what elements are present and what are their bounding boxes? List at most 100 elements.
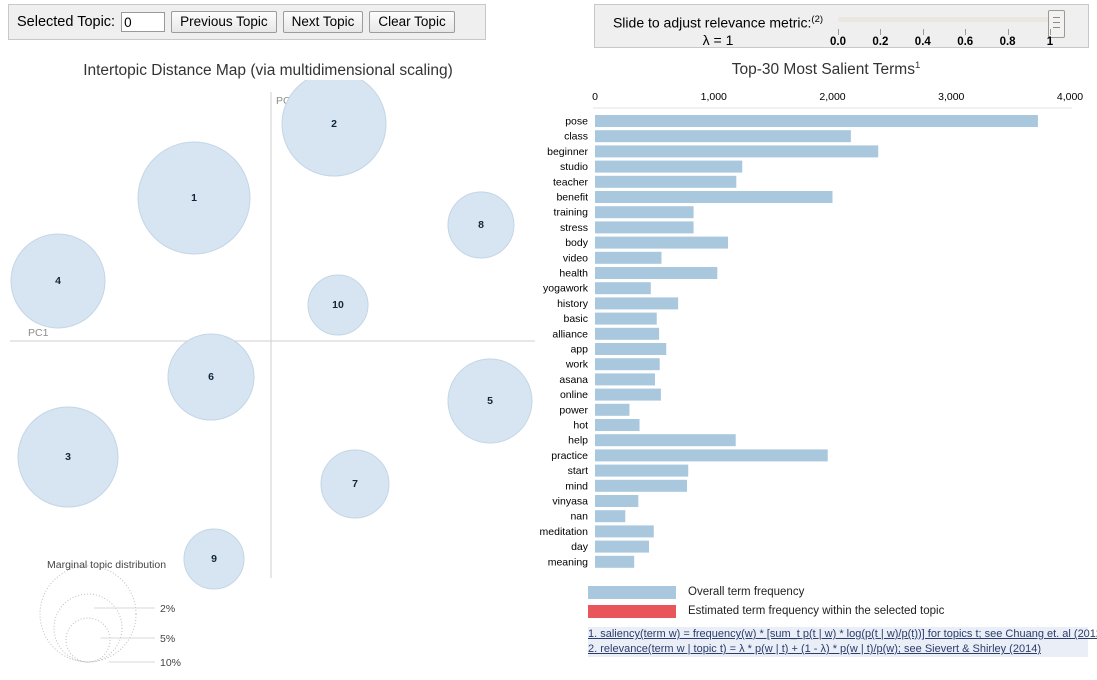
- topic-circle-7[interactable]: 7: [320, 449, 390, 519]
- term-label-help[interactable]: help: [568, 435, 588, 447]
- bar-overall-work[interactable]: [595, 358, 660, 371]
- bar-row[interactable]: asana: [559, 373, 655, 386]
- bar-row[interactable]: basic: [563, 312, 657, 326]
- bar-row[interactable]: app: [570, 343, 667, 356]
- selected-topic-input[interactable]: [121, 12, 166, 32]
- term-label-body[interactable]: body: [565, 237, 589, 249]
- term-label-stress[interactable]: stress: [560, 222, 588, 234]
- bar-row[interactable]: alliance: [552, 327, 660, 341]
- lambda-slider-track[interactable]: [838, 17, 1050, 22]
- topic-circle-5[interactable]: 5: [447, 358, 533, 444]
- term-label-start[interactable]: start: [568, 465, 589, 477]
- footnote-saliency[interactable]: 1. saliency(term w) = frequency(w) * [su…: [588, 627, 1097, 642]
- bar-row[interactable]: hot: [573, 419, 640, 432]
- term-label-nan[interactable]: nan: [570, 511, 588, 523]
- term-label-asana[interactable]: asana: [559, 374, 588, 386]
- bar-overall-stress[interactable]: [595, 221, 694, 234]
- bar-overall-help[interactable]: [595, 434, 736, 447]
- bar-row[interactable]: video: [563, 251, 662, 264]
- bar-overall-hot[interactable]: [595, 419, 640, 431]
- bar-row[interactable]: benefit: [556, 191, 833, 204]
- term-label-video[interactable]: video: [563, 252, 588, 264]
- footnote-relevance[interactable]: 2. relevance(term w | topic t) = λ * p(w…: [588, 642, 1088, 657]
- term-label-benefit[interactable]: benefit: [556, 192, 588, 204]
- term-label-history[interactable]: history: [557, 298, 589, 310]
- bar-row[interactable]: start: [568, 464, 689, 478]
- term-label-class[interactable]: class: [564, 131, 588, 143]
- bar-overall-alliance[interactable]: [595, 327, 660, 340]
- bar-overall-meditation[interactable]: [595, 525, 654, 538]
- bar-overall-online[interactable]: [595, 388, 661, 401]
- term-label-mind[interactable]: mind: [565, 480, 588, 492]
- bar-row[interactable]: history: [557, 297, 679, 310]
- bar-overall-mind[interactable]: [595, 479, 688, 492]
- bar-overall-start[interactable]: [595, 464, 689, 477]
- bar-overall-class[interactable]: [595, 130, 851, 143]
- bar-row[interactable]: meaning: [548, 555, 635, 569]
- intertopic-distance-map[interactable]: PC2 PC1 1 2 3 4 6 5 7 8 9 10 Marginal topic distribu…: [0, 80, 540, 680]
- term-label-hot[interactable]: hot: [573, 420, 588, 432]
- bar-overall-health[interactable]: [595, 267, 718, 279]
- term-label-health[interactable]: health: [559, 268, 588, 280]
- term-label-meaning[interactable]: meaning: [548, 556, 588, 568]
- bar-row[interactable]: mind: [565, 479, 688, 493]
- term-label-studio[interactable]: studio: [560, 161, 588, 173]
- term-label-work[interactable]: work: [565, 359, 589, 371]
- term-label-pose[interactable]: pose: [565, 116, 588, 128]
- bar-overall-app[interactable]: [595, 343, 667, 355]
- bar-row[interactable]: day: [571, 540, 650, 554]
- bar-row[interactable]: help: [568, 434, 736, 447]
- previous-topic-button[interactable]: Previous Topic: [171, 11, 277, 33]
- bar-overall-benefit[interactable]: [595, 191, 833, 203]
- bar-row[interactable]: meditation: [540, 525, 654, 538]
- topic-circle-9[interactable]: 9: [183, 528, 245, 590]
- topic-circle-1[interactable]: 1: [137, 141, 251, 255]
- term-label-online[interactable]: online: [560, 389, 588, 401]
- bar-overall-pose[interactable]: [595, 115, 1038, 127]
- term-label-yogawork[interactable]: yogawork: [543, 283, 589, 295]
- term-label-basic[interactable]: basic: [563, 313, 588, 325]
- bar-row[interactable]: stress: [560, 221, 694, 234]
- salient-terms-bar-chart[interactable]: 0 1,000 2,000 3,000 4,000 pose class beginner st…: [540, 80, 1097, 600]
- bar-overall-history[interactable]: [595, 297, 679, 310]
- bar-overall-video[interactable]: [595, 251, 662, 264]
- bar-row[interactable]: yogawork: [543, 282, 651, 295]
- bar-overall-vinyasa[interactable]: [595, 495, 639, 507]
- topic-circle-10[interactable]: 10: [307, 274, 369, 336]
- bar-overall-meaning[interactable]: [595, 555, 635, 568]
- term-label-beginner[interactable]: beginner: [547, 146, 588, 158]
- bar-overall-nan[interactable]: [595, 510, 626, 523]
- term-label-alliance[interactable]: alliance: [552, 328, 588, 340]
- term-label-meditation[interactable]: meditation: [540, 526, 588, 538]
- bar-row[interactable]: power: [559, 403, 630, 417]
- term-label-training[interactable]: training: [554, 207, 589, 219]
- bar-overall-yogawork[interactable]: [595, 282, 651, 295]
- next-topic-button[interactable]: Next Topic: [282, 11, 364, 33]
- topic-circle-4[interactable]: 4: [10, 233, 106, 329]
- bar-overall-basic[interactable]: [595, 312, 657, 325]
- bar-row[interactable]: pose: [565, 115, 1038, 128]
- topic-circle-6[interactable]: 6: [167, 333, 255, 421]
- term-label-practice[interactable]: practice: [551, 450, 588, 462]
- bar-row[interactable]: health: [559, 267, 718, 280]
- bar-overall-power[interactable]: [595, 403, 630, 416]
- bar-overall-practice[interactable]: [595, 449, 828, 462]
- term-label-app[interactable]: app: [570, 344, 588, 356]
- term-label-teacher[interactable]: teacher: [553, 176, 589, 188]
- bar-row[interactable]: teacher: [553, 175, 737, 189]
- bar-row[interactable]: practice: [551, 449, 828, 462]
- term-label-vinyasa[interactable]: vinyasa: [552, 496, 588, 508]
- lambda-slider[interactable]: 0.0 0.2 0.4 0.6 0.8 1: [830, 7, 1085, 49]
- bar-overall-day[interactable]: [595, 540, 650, 553]
- bar-row[interactable]: beginner: [547, 145, 879, 158]
- bar-overall-training[interactable]: [595, 206, 694, 219]
- bar-overall-teacher[interactable]: [595, 175, 737, 188]
- bar-row[interactable]: training: [554, 206, 694, 219]
- clear-topic-button[interactable]: Clear Topic: [369, 11, 455, 33]
- bar-row[interactable]: work: [565, 358, 660, 371]
- topic-circle-2[interactable]: 2: [281, 80, 387, 177]
- term-label-power[interactable]: power: [559, 404, 588, 416]
- bar-row[interactable]: nan: [570, 510, 626, 523]
- bar-row[interactable]: vinyasa: [552, 495, 639, 508]
- topic-circle-3[interactable]: 3: [17, 406, 119, 508]
